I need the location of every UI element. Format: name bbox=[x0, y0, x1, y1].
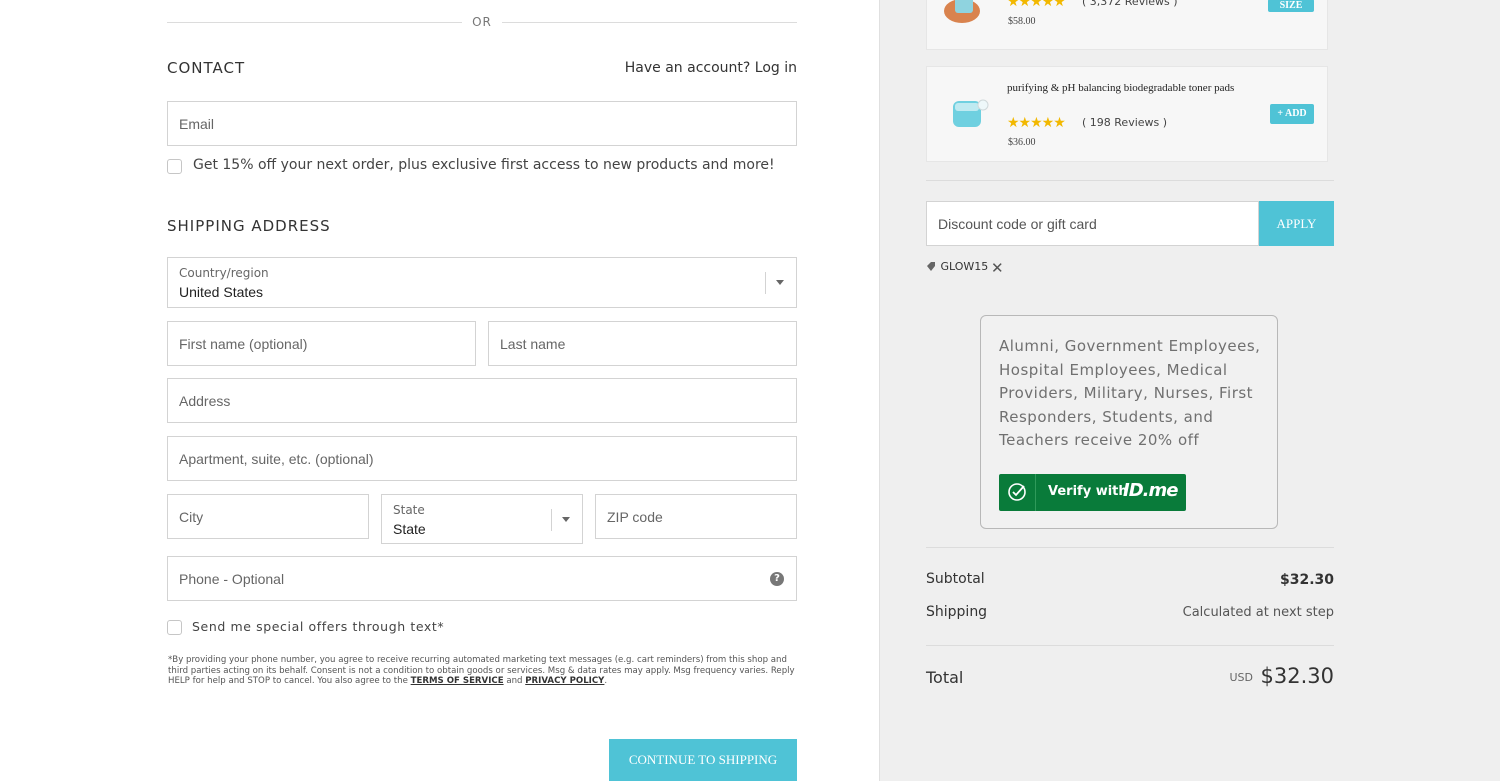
check-circle-icon bbox=[999, 474, 1036, 511]
subtotal-label: Subtotal bbox=[926, 571, 985, 587]
divider-line-right bbox=[502, 22, 797, 23]
state-value: State bbox=[393, 521, 426, 537]
review-count: ( 198 Reviews ) bbox=[1082, 116, 1168, 129]
country-value: United States bbox=[179, 284, 264, 300]
upsell-card: ★★★★★ ( 3,372 Reviews ) $58.00 SIZE bbox=[926, 0, 1328, 50]
zip-placeholder: ZIP code bbox=[607, 508, 663, 525]
continue-to-shipping-button[interactable]: CONTINUE TO SHIPPING bbox=[609, 739, 797, 781]
subtotal-value: $32.30 bbox=[1279, 572, 1334, 588]
product-name[interactable]: purifying & pH balancing biodegradable t… bbox=[1007, 81, 1247, 95]
state-select[interactable]: State State bbox=[381, 494, 583, 544]
idme-logo: ID.me bbox=[1123, 480, 1178, 501]
verify-label: Verify with bbox=[1048, 484, 1128, 499]
review-count: ( 3,372 Reviews ) bbox=[1082, 0, 1178, 8]
idme-eligibility-text: Alumni, Government Employees, Hospital E… bbox=[999, 337, 1261, 450]
rating-stars: ★★★★★ bbox=[1007, 114, 1066, 130]
email-placeholder: Email bbox=[179, 115, 215, 132]
divider bbox=[926, 645, 1334, 646]
apartment-field[interactable]: Apartment, suite, etc. (optional) bbox=[167, 436, 797, 481]
total-label: Total bbox=[926, 668, 964, 687]
select-divider bbox=[765, 272, 766, 294]
apartment-placeholder: Apartment, suite, etc. (optional) bbox=[179, 450, 374, 467]
verify-with-idme-button[interactable]: Verify with ID.me bbox=[999, 474, 1186, 511]
question-icon[interactable]: ? bbox=[770, 572, 784, 586]
zip-field[interactable]: ZIP code bbox=[595, 494, 797, 539]
sms-offers-label: Send me special offers through text* bbox=[192, 619, 445, 634]
idme-promo-box: Alumni, Government Employees, Hospital E… bbox=[980, 315, 1278, 529]
email-field[interactable]: Email bbox=[167, 101, 797, 146]
product-thumbnail bbox=[944, 0, 980, 23]
add-button[interactable]: + ADD bbox=[1270, 104, 1314, 124]
currency-code: USD bbox=[1229, 671, 1253, 684]
shipping-value: Calculated at next step bbox=[1182, 605, 1334, 620]
city-field[interactable]: City bbox=[167, 494, 369, 539]
product-price: $58.00 bbox=[1008, 16, 1036, 27]
marketing-email-label: Get 15% off your next order, plus exclus… bbox=[193, 157, 775, 173]
rating-stars: ★★★★★ bbox=[1007, 0, 1066, 9]
shipping-label: Shipping bbox=[926, 604, 988, 620]
first-name-field[interactable]: First name (optional) bbox=[167, 321, 476, 366]
phone-field[interactable]: Phone - Optional ? bbox=[167, 556, 797, 601]
upsell-card: purifying & pH balancing biodegradable t… bbox=[926, 66, 1328, 162]
chevron-down-icon bbox=[562, 517, 570, 522]
contact-heading: CONTACT bbox=[167, 59, 246, 77]
divider bbox=[926, 547, 1334, 548]
last-name-field[interactable]: Last name bbox=[488, 321, 797, 366]
state-label: State bbox=[393, 503, 425, 517]
product-price: $36.00 bbox=[1008, 137, 1036, 148]
address-placeholder: Address bbox=[179, 392, 231, 409]
discount-code-input[interactable]: Discount code or gift card bbox=[926, 201, 1259, 246]
select-divider bbox=[551, 509, 552, 531]
phone-placeholder: Phone - Optional bbox=[179, 570, 285, 587]
chevron-down-icon bbox=[776, 280, 784, 285]
discount-code-text: GLOW15 bbox=[940, 260, 989, 273]
address-field[interactable]: Address bbox=[167, 378, 797, 423]
login-prompt: Have an account? Log in bbox=[625, 60, 797, 76]
sms-offers-checkbox[interactable] bbox=[167, 620, 182, 635]
country-select[interactable]: Country/region United States bbox=[167, 257, 797, 308]
divider-line-left bbox=[167, 22, 462, 23]
product-thumbnail bbox=[953, 99, 989, 127]
first-name-placeholder: First name (optional) bbox=[179, 335, 308, 352]
total-value: $32.30 bbox=[1260, 664, 1334, 688]
tag-icon bbox=[927, 262, 935, 271]
city-placeholder: City bbox=[179, 508, 204, 525]
close-icon[interactable]: ✕ bbox=[991, 259, 1004, 277]
login-link[interactable]: Log in bbox=[755, 60, 797, 76]
marketing-email-checkbox[interactable] bbox=[167, 159, 182, 174]
applied-discount-tag: GLOW15 bbox=[926, 260, 988, 273]
size-button[interactable]: SIZE bbox=[1268, 0, 1314, 12]
privacy-policy-link[interactable]: PRIVACY POLICY bbox=[525, 676, 604, 686]
country-label: Country/region bbox=[179, 266, 269, 280]
apply-discount-button[interactable]: APPLY bbox=[1259, 201, 1334, 246]
sms-legal-text: *By providing your phone number, you agr… bbox=[168, 655, 795, 686]
have-account-text: Have an account? bbox=[624, 60, 751, 76]
checkout-form-column: OR CONTACT Have an account? Log in Email… bbox=[0, 0, 879, 781]
last-name-placeholder: Last name bbox=[500, 335, 566, 352]
or-divider-label: OR bbox=[472, 15, 492, 29]
divider bbox=[926, 180, 1334, 181]
discount-placeholder: Discount code or gift card bbox=[938, 216, 1097, 232]
terms-of-service-link[interactable]: TERMS OF SERVICE bbox=[411, 676, 504, 686]
shipping-address-heading: SHIPPING ADDRESS bbox=[167, 217, 331, 235]
legal-and: and bbox=[506, 676, 523, 686]
